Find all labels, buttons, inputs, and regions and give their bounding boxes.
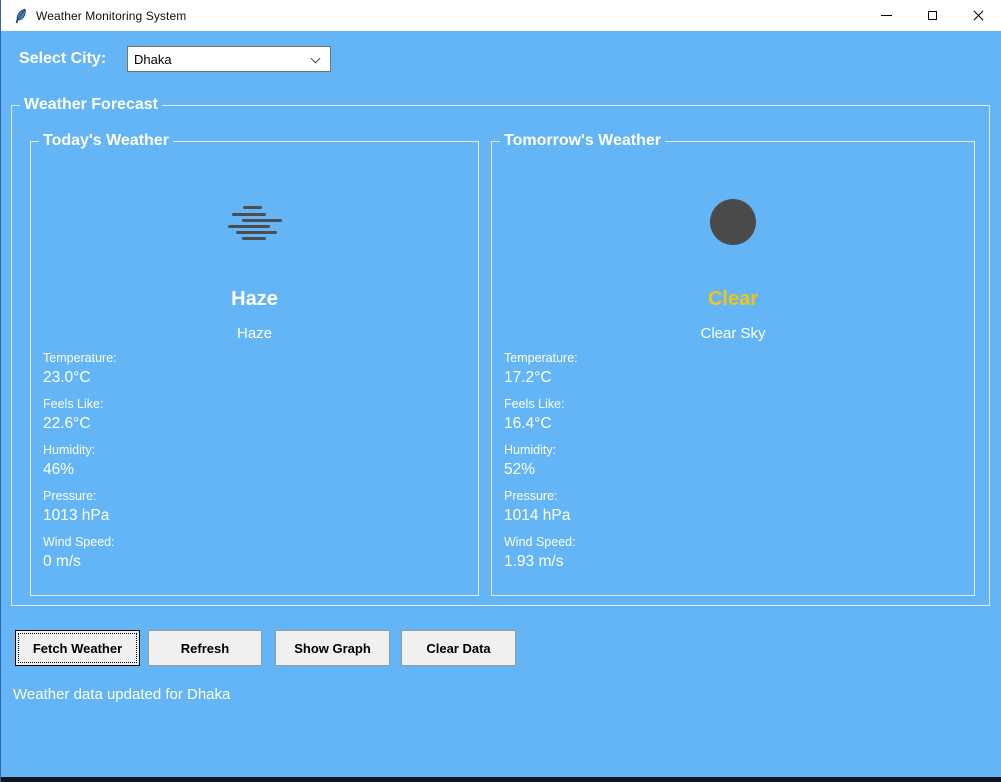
detail-label: Wind Speed: — [504, 535, 724, 549]
today-condition-description: Haze — [31, 325, 478, 342]
app-window: Weather Monitoring System Select City: D… — [0, 0, 1001, 782]
today-weather-panel: Today's Weather Haze Haze Temperature: 2… — [30, 141, 479, 596]
detail-label: Pressure: — [504, 489, 724, 503]
tomorrow-condition: Clear — [492, 288, 974, 311]
detail-label: Feels Like: — [43, 397, 263, 411]
select-city-label: Select City: — [19, 50, 106, 68]
chevron-down-icon — [311, 54, 321, 64]
minimize-button[interactable] — [863, 0, 909, 31]
detail-label: Humidity: — [43, 443, 263, 457]
minimize-icon — [881, 15, 892, 16]
detail-value: 23.0°C — [43, 369, 263, 387]
window-title: Weather Monitoring System — [36, 9, 186, 23]
tomorrow-weather-title: Tomorrow's Weather — [500, 130, 665, 151]
detail-value: 16.4°C — [504, 415, 724, 433]
tomorrow-condition-description: Clear Sky — [492, 325, 974, 342]
detail-label: Wind Speed: — [43, 535, 263, 549]
detail-value: 17.2°C — [504, 369, 724, 387]
detail-value: 46% — [43, 461, 263, 479]
fetch-weather-button[interactable]: Fetch Weather — [15, 630, 140, 666]
detail-label: Pressure: — [43, 489, 263, 503]
clear-sun-icon — [710, 199, 756, 245]
detail-value: 1014 hPa — [504, 507, 724, 525]
city-combobox[interactable]: Dhaka — [127, 46, 331, 72]
show-graph-button[interactable]: Show Graph — [275, 630, 390, 666]
weather-forecast-title: Weather Forecast — [20, 94, 162, 115]
weather-forecast-frame: Weather Forecast Today's Weather Haze Ha… — [11, 105, 990, 606]
today-weather-title: Today's Weather — [39, 130, 173, 151]
refresh-button[interactable]: Refresh — [148, 630, 262, 666]
today-details: Temperature: 23.0°C Feels Like: 22.6°C H… — [43, 351, 263, 581]
detail-value: 1013 hPa — [43, 507, 263, 525]
detail-label: Humidity: — [504, 443, 724, 457]
detail-value: 22.6°C — [43, 415, 263, 433]
today-condition: Haze — [31, 288, 478, 311]
maximize-icon — [928, 11, 937, 20]
app-feather-icon — [12, 8, 28, 24]
haze-icon — [225, 202, 285, 244]
tomorrow-weather-panel: Tomorrow's Weather Clear Clear Sky Tempe… — [491, 141, 975, 596]
detail-value: 0 m/s — [43, 553, 263, 571]
close-icon — [973, 10, 984, 21]
tomorrow-details: Temperature: 17.2°C Feels Like: 16.4°C H… — [504, 351, 724, 581]
status-message: Weather data updated for Dhaka — [13, 686, 230, 703]
titlebar[interactable]: Weather Monitoring System — [1, 0, 1001, 31]
window-controls — [863, 0, 1001, 31]
window-bottom-edge — [1, 777, 1001, 782]
detail-value: 1.93 m/s — [504, 553, 724, 571]
clear-data-button[interactable]: Clear Data — [401, 630, 516, 666]
detail-label: Feels Like: — [504, 397, 724, 411]
close-button[interactable] — [955, 0, 1001, 31]
detail-label: Temperature: — [504, 351, 724, 365]
detail-value: 52% — [504, 461, 724, 479]
detail-label: Temperature: — [43, 351, 263, 365]
city-combobox-value: Dhaka — [134, 52, 172, 67]
maximize-button[interactable] — [909, 0, 955, 31]
